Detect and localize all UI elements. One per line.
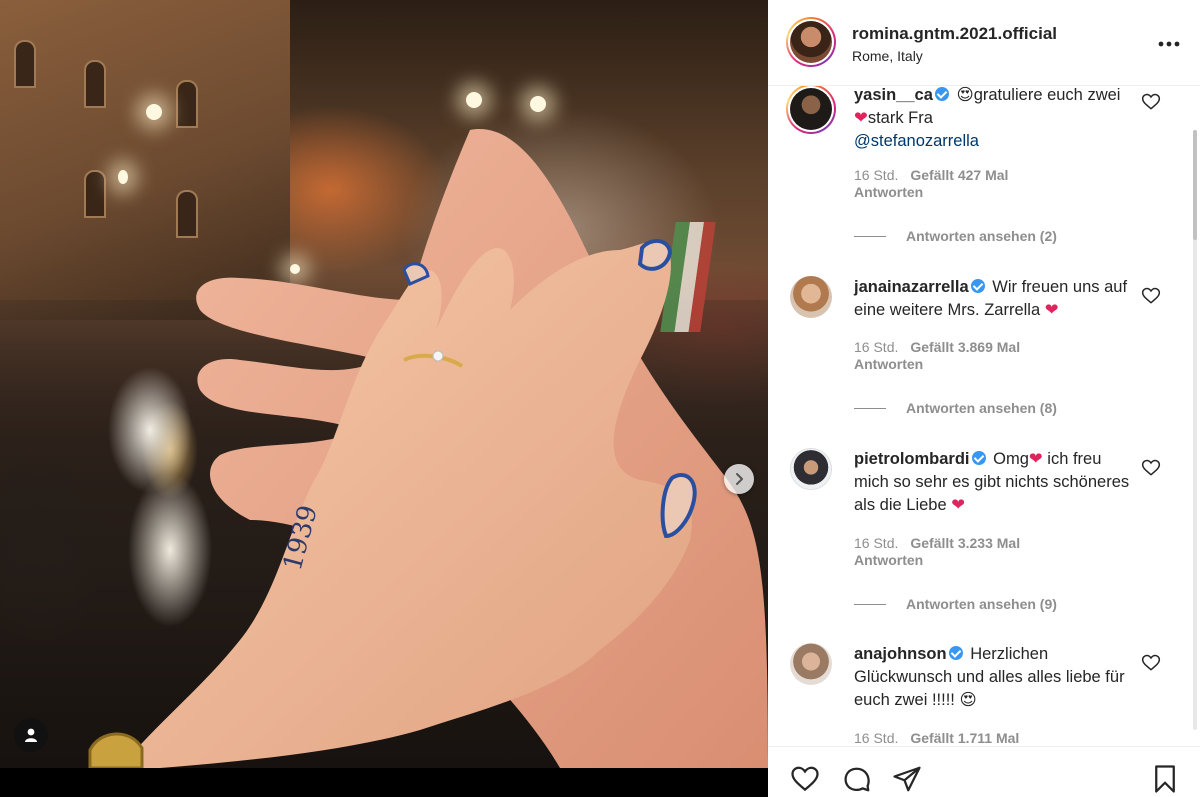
comments-list[interactable]: yasin__ca 😍gratuliere euch zwei ❤stark F…	[768, 86, 1200, 746]
comment-body: Omg	[993, 450, 1029, 468]
bookmark-icon	[1155, 765, 1175, 793]
profile-avatar[interactable]	[786, 17, 836, 67]
more-options-icon	[1158, 41, 1180, 47]
next-photo-button[interactable]	[724, 464, 754, 494]
chevron-right-icon	[736, 473, 743, 485]
view-replies-label: Antworten ansehen (2)	[906, 228, 1057, 244]
comments-scrollbar[interactable]	[1193, 130, 1197, 730]
like-button[interactable]	[788, 762, 822, 796]
comment-avatar-ring[interactable]	[786, 86, 836, 134]
post-photo[interactable]: 1939	[0, 0, 768, 768]
avatar	[790, 21, 832, 63]
comment-username[interactable]: janainazarrella	[854, 278, 969, 296]
comment-meta: 16 Std. Gefällt 3.233 Mal Antworten	[854, 535, 1032, 569]
emoji-heart-eyes-icon: 😍	[956, 86, 974, 104]
view-replies-button[interactable]: Antworten ansehen (9)	[854, 596, 1057, 612]
red-heart-icon: ❤	[1028, 450, 1043, 468]
save-button[interactable]	[1148, 762, 1182, 796]
comment-text: janainazarrella Wir freuen uns auf eine …	[854, 276, 1134, 322]
share-button[interactable]	[890, 762, 924, 796]
red-heart-icon: ❤	[951, 496, 966, 514]
comment-like-heart-icon[interactable]	[1141, 653, 1161, 673]
post-location[interactable]: Rome, Italy	[852, 48, 923, 64]
red-heart-icon: ❤	[854, 109, 868, 127]
comment-likes[interactable]: Gefällt 3.869 Mal	[910, 339, 1020, 355]
comment-time: 16 Std.	[854, 730, 899, 746]
share-icon	[893, 766, 921, 792]
emoji-heart-eyes-icon: 😍	[959, 691, 977, 709]
view-replies-label: Antworten ansehen (9)	[906, 596, 1057, 612]
comment-body: gratuliere euch zwei	[973, 86, 1121, 104]
verified-badge-icon	[971, 451, 986, 465]
reply-button[interactable]: Antworten	[854, 184, 923, 200]
comment-icon	[844, 767, 870, 792]
comment-username[interactable]: pietrolombardi	[854, 450, 970, 468]
comment-button[interactable]	[840, 762, 874, 796]
post-username[interactable]: romina.gntm.2021.official	[852, 24, 1057, 44]
user-tag-icon	[25, 728, 37, 742]
comment-text: anajohnson Herzlichen Glückwunsch und al…	[854, 643, 1134, 712]
post-details-panel: yasin__ca 😍gratuliere euch zwei ❤stark F…	[768, 0, 1200, 797]
verified-badge-icon	[970, 279, 985, 293]
comment-meta: 16 Std. Gefällt 1.711 Mal	[854, 730, 1031, 746]
avatar[interactable]	[790, 276, 832, 318]
comment-time: 16 Std.	[854, 339, 899, 355]
comment-likes[interactable]: Gefällt 427 Mal	[910, 167, 1008, 183]
view-replies-label: Antworten ansehen (8)	[906, 400, 1057, 416]
comment-time: 16 Std.	[854, 167, 899, 183]
verified-badge-icon	[948, 646, 963, 660]
comment-like-heart-icon[interactable]	[1141, 286, 1161, 306]
comment-text: pietrolombardi Omg❤ ich freu mich so seh…	[854, 448, 1134, 517]
comment-meta: 16 Std. Gefällt 3.869 Mal Antworten	[854, 339, 1032, 373]
comment-text: yasin__ca 😍gratuliere euch zwei ❤stark F…	[854, 86, 1134, 153]
heart-icon	[791, 766, 819, 792]
avatar[interactable]	[790, 643, 832, 685]
verified-badge-icon	[934, 87, 949, 101]
comment-username[interactable]: yasin__ca	[854, 86, 933, 104]
post-action-bar	[768, 746, 1200, 797]
view-replies-button[interactable]: Antworten ansehen (2)	[854, 228, 1057, 244]
reply-button[interactable]: Antworten	[854, 356, 923, 372]
ring-stone	[432, 350, 444, 362]
reply-button[interactable]: Antworten	[854, 552, 923, 568]
comment-likes[interactable]: Gefällt 1.711 Mal	[910, 730, 1019, 746]
avatar[interactable]	[790, 448, 832, 490]
comment-meta: 16 Std. Gefällt 427 Mal Antworten	[854, 167, 1020, 201]
gold-bracelet	[88, 732, 144, 768]
comment-like-heart-icon[interactable]	[1141, 92, 1161, 112]
scrollbar-thumb[interactable]	[1193, 130, 1197, 240]
more-options-button[interactable]	[1154, 30, 1184, 58]
comment-like-heart-icon[interactable]	[1141, 458, 1161, 478]
comment-body: stark Fra	[867, 109, 933, 127]
view-replies-button[interactable]: Antworten ansehen (8)	[854, 400, 1057, 416]
comment-username[interactable]: anajohnson	[854, 645, 947, 663]
red-heart-icon: ❤	[1044, 301, 1059, 319]
avatar	[790, 88, 832, 130]
tagged-users-button[interactable]	[14, 718, 48, 752]
hands-illustration: 1939	[88, 129, 768, 768]
nail	[637, 239, 673, 271]
photo-bottom-strip	[0, 768, 768, 797]
post-header: romina.gntm.2021.official Rome, Italy	[768, 0, 1200, 86]
comment-likes[interactable]: Gefällt 3.233 Mal	[910, 535, 1020, 551]
comment-time: 16 Std.	[854, 535, 899, 551]
comment-mention-link[interactable]: @stefanozarrella	[854, 132, 979, 150]
